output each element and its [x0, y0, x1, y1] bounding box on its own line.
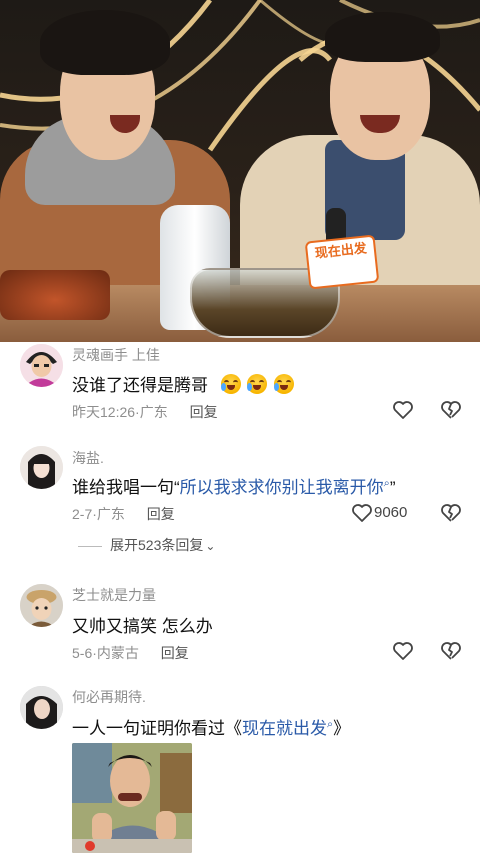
broken-heart-icon[interactable]: [439, 639, 463, 663]
expand-replies-label: 展开523条回复: [110, 537, 204, 553]
comment-location: 内蒙古: [96, 645, 139, 661]
broken-heart-icon[interactable]: [439, 501, 463, 525]
comment-username[interactable]: 灵魂画手 上佳: [72, 345, 160, 365]
heart-outline-icon[interactable]: [391, 639, 415, 663]
reply-button[interactable]: 回复: [161, 645, 189, 661]
comment-meta: 5-6·内蒙古 回复: [72, 645, 189, 661]
microphone-flag: 现在出发: [304, 234, 380, 290]
reply-button[interactable]: 回复: [147, 506, 175, 522]
laugh-cry-emoji: [220, 374, 241, 394]
comment-text-suffix: ”: [389, 478, 396, 497]
search-link[interactable]: 现在就出发: [242, 719, 327, 738]
search-link[interactable]: 所以我求求你别让我离开你: [180, 478, 384, 497]
laugh-cry-emoji: [274, 374, 295, 394]
avatar[interactable]: [20, 446, 63, 489]
comment-text-main: 没谁了还得是腾哥: [72, 376, 208, 395]
comment-meta: 昨天12:26·广东 回复: [72, 404, 218, 420]
heart-outline-icon[interactable]: [391, 398, 415, 422]
comment-username[interactable]: 芝士就是力量: [72, 585, 156, 605]
comment-text[interactable]: 谁给我唱一句“所以我求求你别让我离开你⌕”: [72, 473, 396, 498]
like-count: 9060: [374, 504, 408, 521]
comment-username[interactable]: 何必再期待.: [72, 687, 146, 707]
comment-text-suffix: 》: [333, 719, 351, 738]
comment-username[interactable]: 海盐.: [72, 448, 104, 468]
video-frame[interactable]: 现在出发: [0, 0, 480, 342]
comment-image[interactable]: [72, 743, 192, 853]
comment-text-prefix: 一人一句证明你看过《: [72, 719, 242, 738]
heart-outline-icon[interactable]: [350, 501, 374, 525]
comment-date: 5-6: [72, 645, 93, 661]
comment-text[interactable]: 没谁了还得是腾哥: [72, 371, 295, 396]
comment-location: 广东: [139, 404, 168, 420]
comment-text[interactable]: 一人一句证明你看过《现在就出发⌕》: [72, 714, 350, 739]
avatar[interactable]: [20, 344, 63, 387]
comment-date: 昨天12:26: [72, 404, 136, 420]
comment-item: 海盐. 谁给我唱一句“所以我求求你别让我离开你⌕” 2-7·广东 回复 9060: [0, 443, 480, 533]
comment-item: 芝士就是力量 又帅又搞笑 怎么办 5-6·内蒙古 回复: [0, 582, 480, 672]
comment-meta: 2-7·广东 回复: [72, 506, 175, 522]
comment-date: 2-7: [72, 506, 93, 522]
reply-button[interactable]: 回复: [190, 404, 218, 420]
broken-heart-icon[interactable]: [439, 398, 463, 422]
laugh-cry-emoji: [247, 374, 268, 394]
comment-text-prefix: 谁给我唱一句“: [72, 478, 180, 497]
avatar[interactable]: [20, 584, 63, 627]
chevron-down-icon: ⌄: [205, 539, 216, 553]
avatar[interactable]: [20, 686, 63, 729]
comment-item: 灵魂画手 上佳 没谁了还得是腾哥 昨天12:26·广东 回复: [0, 342, 480, 427]
skewers-plate: [0, 270, 110, 320]
comment-location: 广东: [96, 506, 125, 522]
expand-replies-button[interactable]: 展开523条回复 ⌄: [78, 535, 215, 555]
comment-image-content: [72, 743, 192, 853]
comment-text[interactable]: 又帅又搞笑 怎么办: [72, 612, 213, 637]
divider: [78, 545, 102, 547]
